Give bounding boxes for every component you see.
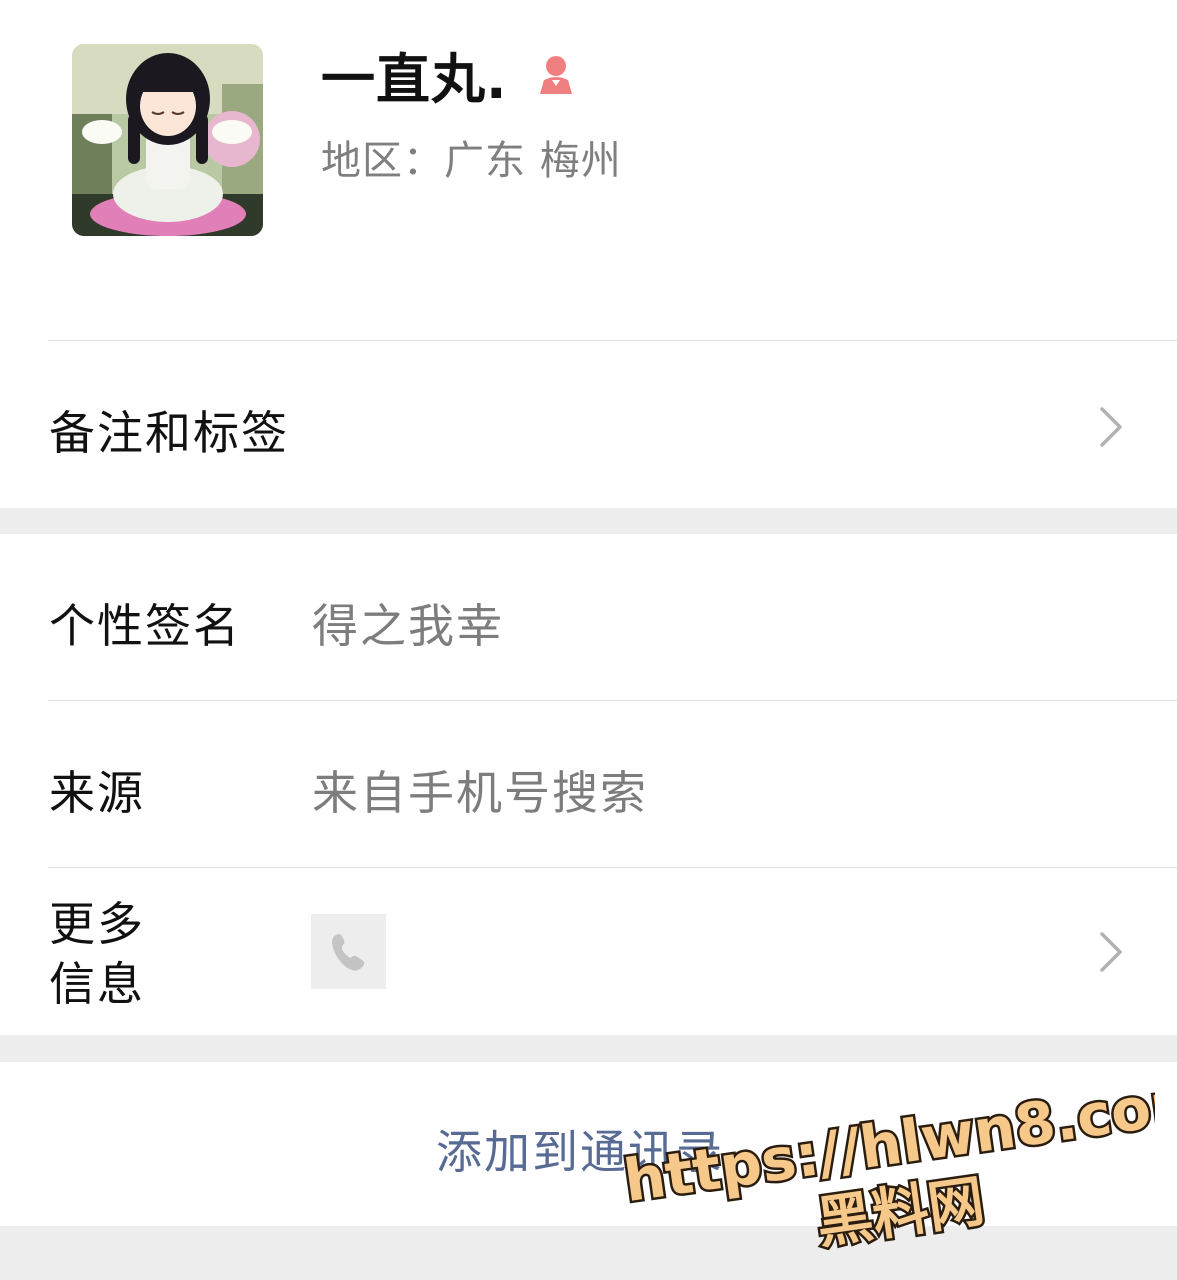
- name-row: 一直丸.: [321, 40, 580, 111]
- profile-region: 地区：广东 梅州: [321, 138, 622, 184]
- avatar[interactable]: [72, 44, 263, 236]
- more-info-row[interactable]: 更多 信息: [0, 868, 1177, 1035]
- signature-label: 个性签名: [49, 599, 241, 653]
- chevron-right-icon: [1100, 407, 1122, 447]
- more-info-label: 更多 信息: [49, 894, 145, 1014]
- phone-badge: [311, 914, 386, 989]
- remarks-group: 备注和标签: [0, 341, 1177, 508]
- profile-name: 一直丸.: [321, 47, 508, 111]
- source-label: 来源: [49, 766, 145, 820]
- more-info-label-line2: 信息: [49, 957, 145, 1011]
- info-group: 个性签名 得之我幸 来源 来自手机号搜索 更多 信息: [0, 534, 1177, 1035]
- more-info-label-line1: 更多: [49, 897, 145, 951]
- watermark: https://hlwn8.com 黑料网: [617, 1085, 1155, 1250]
- signature-row: 个性签名 得之我幸: [0, 534, 1177, 700]
- remarks-label: 备注和标签: [49, 406, 289, 460]
- profile-header: 一直丸. 地区：广东 梅州: [0, 0, 1177, 341]
- chevron-right-icon: [1100, 932, 1122, 972]
- remarks-row[interactable]: 备注和标签: [0, 341, 1177, 508]
- female-icon: [539, 56, 572, 94]
- signature-value: 得之我幸: [312, 599, 504, 653]
- source-row: 来源 来自手机号搜索: [0, 701, 1177, 867]
- phone-icon: [331, 933, 364, 971]
- avatar-image: [72, 44, 263, 236]
- source-value: 来自手机号搜索: [312, 766, 648, 820]
